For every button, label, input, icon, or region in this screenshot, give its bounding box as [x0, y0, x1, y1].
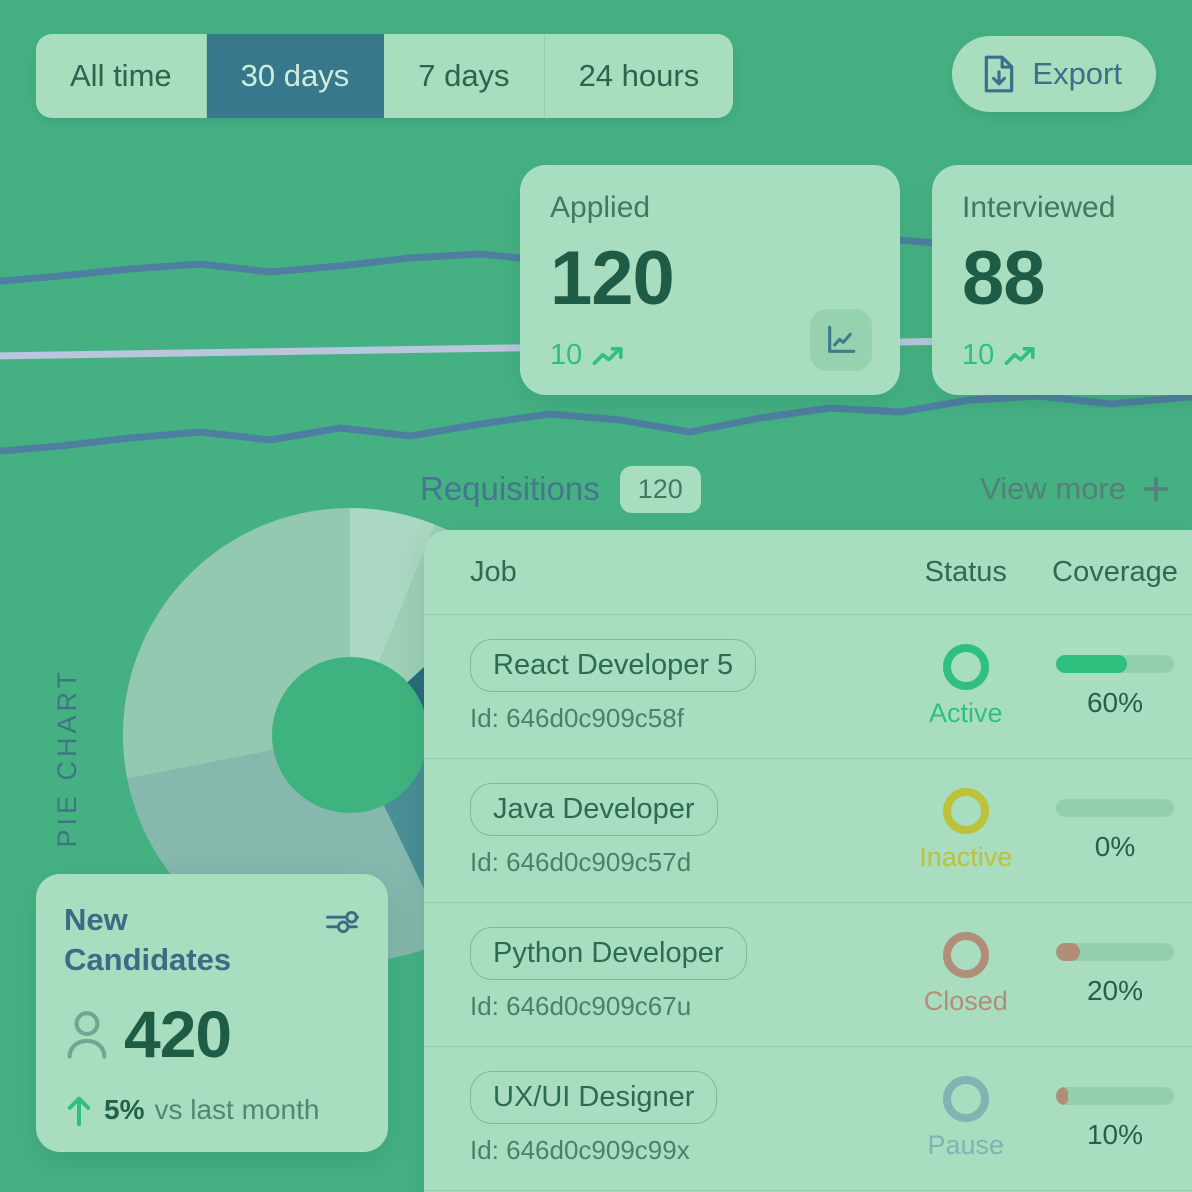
table-cell-job: UX/UI Designer Id: 646d0c909c99x [470, 1071, 894, 1166]
stat-card-title: Applied [550, 191, 651, 224]
time-filter-option-24-hours[interactable]: 24 hours [545, 34, 734, 118]
stat-card-value: 120 [550, 236, 675, 321]
coverage-bar-fill [1056, 654, 1127, 673]
job-chip[interactable]: React Developer 5 [470, 639, 757, 692]
job-id: Id: 646d0c909c58f [470, 703, 684, 733]
pie-chart-label: PIE CHART [52, 668, 82, 848]
view-more-button[interactable]: View more [980, 471, 1172, 507]
table-cell-status: Closed [894, 932, 1038, 1017]
status-label: Closed [923, 986, 1008, 1016]
table-cell-status: Active [894, 644, 1038, 729]
job-id: Id: 646d0c909c57d [470, 847, 692, 877]
requisitions-title: Requisitions [420, 470, 600, 507]
column-header-job: Job [470, 555, 517, 588]
pie-center-hole [272, 657, 428, 813]
time-filter-option-all-time[interactable]: All time [36, 34, 207, 118]
table-row[interactable]: Python Developer Id: 646d0c909c67u Close… [424, 903, 1192, 1047]
time-range-filter[interactable]: All time 30 days 7 days 24 hours [36, 34, 734, 118]
column-header-coverage: Coverage [1052, 555, 1178, 588]
coverage-bar-fill [1056, 942, 1080, 961]
table-cell-status: Inactive [894, 788, 1038, 873]
table-row[interactable]: UX/UI Designer Id: 646d0c909c99x Pause 1… [424, 1047, 1192, 1191]
export-label: Export [1032, 56, 1122, 91]
stat-card-delta-value: 10 [962, 339, 995, 371]
coverage-percent: 20% [1086, 974, 1144, 1006]
status-ring-icon [942, 1076, 989, 1122]
new-candidates-trend: 5% vs last month [64, 1093, 360, 1127]
sliders-icon[interactable] [324, 908, 360, 941]
table-row[interactable]: React Developer 5 Id: 646d0c909c58f Acti… [424, 615, 1192, 759]
stat-card-delta: 10 [962, 339, 1040, 372]
requisitions-table: Job Status Coverage React Developer 5 Id… [424, 530, 1192, 1192]
coverage-percent: 0% [1094, 830, 1136, 862]
job-chip[interactable]: Java Developer [470, 783, 718, 836]
plus-icon [1143, 476, 1169, 502]
trending-up-icon [592, 346, 623, 365]
table-cell-coverage: 0% [1038, 798, 1192, 863]
status-label: Active [929, 698, 1003, 728]
table-cell-coverage: 60% [1038, 654, 1192, 719]
stat-card-value: 88 [962, 236, 1046, 321]
stat-card-delta: 10 [550, 339, 628, 372]
new-candidates-trend-note: vs last month [154, 1094, 320, 1126]
new-candidates-card[interactable]: New Candidates 420 5% vs last month [36, 874, 388, 1152]
stat-card-title: Interviewed [962, 191, 1116, 224]
coverage-bar-track [1056, 1086, 1174, 1105]
time-filter-option-7-days[interactable]: 7 days [384, 34, 545, 118]
line-chart-icon [828, 325, 856, 353]
file-download-icon [985, 55, 1014, 93]
trending-up-icon [1004, 346, 1035, 365]
requisitions-header: Requisitions 120 View more [420, 463, 1172, 515]
status-ring-icon [942, 788, 989, 834]
new-candidates-title: New Candidates [64, 902, 232, 977]
job-id: Id: 646d0c909c99x [470, 1135, 690, 1165]
coverage-percent: 10% [1086, 1118, 1144, 1150]
new-candidates-value: 420 [124, 997, 232, 1072]
status-label: Pause [927, 1130, 1005, 1160]
table-cell-job: Python Developer Id: 646d0c909c67u [470, 927, 894, 1022]
job-chip[interactable]: Python Developer [470, 927, 747, 980]
stat-card-delta-value: 10 [550, 339, 583, 371]
table-cell-status: Pause [894, 1076, 1038, 1161]
status-label: Inactive [919, 842, 1013, 872]
table-cell-job: React Developer 5 Id: 646d0c909c58f [470, 639, 894, 734]
status-ring-icon [942, 932, 989, 978]
stat-card-chart-button[interactable] [810, 309, 872, 371]
coverage-bar-track [1056, 798, 1174, 817]
dashboard-root: PIE CHART All time 30 days 7 days 24 hou… [0, 0, 1192, 1192]
job-id: Id: 646d0c909c67u [470, 991, 692, 1021]
coverage-bar-fill [1056, 1086, 1068, 1105]
stat-card-interviewed[interactable]: Interviewed 88 10 [932, 165, 1192, 395]
person-icon [67, 1011, 107, 1059]
coverage-percent: 60% [1086, 686, 1144, 718]
view-more-label: View more [980, 471, 1126, 506]
requisitions-count-badge: 120 [619, 465, 701, 513]
status-ring-icon [942, 644, 989, 690]
table-cell-job: Java Developer Id: 646d0c909c57d [470, 783, 894, 878]
column-header-status: Status [924, 555, 1007, 588]
export-button[interactable]: Export [952, 36, 1156, 112]
table-cell-coverage: 10% [1038, 1086, 1192, 1151]
time-filter-option-30-days[interactable]: 30 days [206, 34, 385, 118]
table-row[interactable]: Java Developer Id: 646d0c909c57d Inactiv… [424, 759, 1192, 903]
stat-card-applied[interactable]: Applied 120 10 [520, 165, 900, 395]
arrow-up-icon [67, 1097, 91, 1127]
coverage-bar-track [1056, 942, 1174, 961]
table-cell-coverage: 20% [1038, 942, 1192, 1007]
job-chip[interactable]: UX/UI Designer [470, 1071, 718, 1124]
new-candidates-value-row: 420 [64, 1001, 360, 1067]
table-header-row: Job Status Coverage [424, 530, 1192, 615]
coverage-bar-track [1056, 654, 1174, 673]
new-candidates-trend-percent: 5% [104, 1094, 145, 1126]
bg-line-series-3 [0, 392, 1192, 455]
